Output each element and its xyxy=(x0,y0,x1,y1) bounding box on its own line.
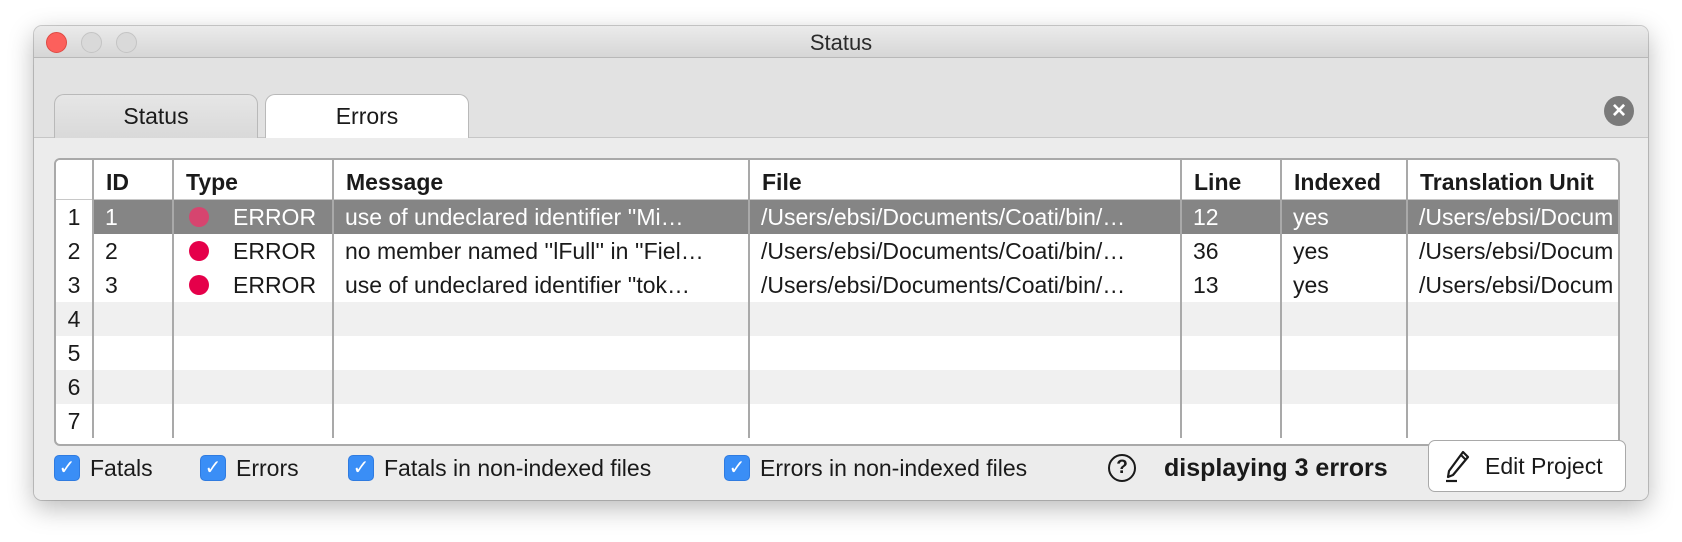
cell-type-label: ERROR xyxy=(233,272,317,298)
window-title: Status xyxy=(809,30,873,55)
tab-status[interactable]: Status xyxy=(54,94,258,138)
row-number: 3 xyxy=(56,268,92,302)
filter-bar: ✓ Fatals ✓ Errors ✓ Fatals in non-indexe… xyxy=(34,438,1648,498)
filter-label: Fatals in non-indexed files xyxy=(384,454,652,481)
error-dot-icon xyxy=(189,275,209,295)
cell-type-label: ERROR xyxy=(233,204,317,230)
cell-translation-unit: /Users/ebsi/Docum xyxy=(1406,200,1618,234)
cell-message: use of undeclared identifier ''tok… xyxy=(332,268,748,302)
cell-message: no member named ''lFull'' in ''Fiel… xyxy=(332,234,748,268)
checkmark-icon[interactable]: ✓ xyxy=(348,455,374,481)
row-number: 2 xyxy=(56,234,92,268)
filter-label: Errors xyxy=(236,454,299,481)
empty-row: 5 xyxy=(56,336,1618,370)
cell-indexed: yes xyxy=(1280,268,1406,302)
tab-errors[interactable]: Errors xyxy=(265,94,469,139)
cell-line: 36 xyxy=(1180,234,1280,268)
cell-type: ERROR xyxy=(172,268,332,302)
checkmark-icon[interactable]: ✓ xyxy=(54,455,80,481)
filter-errors-non-indexed-checkbox[interactable]: ✓ Errors in non-indexed files xyxy=(724,453,1027,483)
filter-label: Errors in non-indexed files xyxy=(760,454,1028,481)
row-number: 6 xyxy=(56,370,92,404)
checkmark-icon[interactable]: ✓ xyxy=(200,455,226,481)
checkmark-icon[interactable]: ✓ xyxy=(724,455,750,481)
cell-indexed: yes xyxy=(1280,234,1406,268)
filter-fatals-checkbox[interactable]: ✓ Fatals xyxy=(54,453,153,483)
edit-project-label: Edit Project xyxy=(1485,452,1603,479)
empty-row: 4 xyxy=(56,302,1618,336)
header-translation-unit[interactable]: Translation Unit xyxy=(1406,160,1618,200)
empty-row: 7 xyxy=(56,404,1618,438)
errors-panel: ID Type Message File Line Indexed Transl… xyxy=(34,138,1648,500)
cell-file: /Users/ebsi/Documents/Coati/bin/… xyxy=(748,200,1180,234)
close-panel-icon[interactable]: × xyxy=(1604,96,1634,126)
table-row[interactable]: 2 2 ERROR no member named ''lFull'' in '… xyxy=(56,234,1618,268)
cell-line: 12 xyxy=(1180,200,1280,234)
error-dot-icon xyxy=(189,241,209,261)
cell-translation-unit: /Users/ebsi/Docum xyxy=(1406,234,1618,268)
table-row[interactable]: 1 1 ERROR use of undeclared identifier '… xyxy=(56,200,1618,234)
header-row-number xyxy=(56,160,92,200)
error-summary: displaying 3 errors xyxy=(1164,454,1388,482)
cell-message: use of undeclared identifier ''Mi… xyxy=(332,200,748,234)
header-message[interactable]: Message xyxy=(332,160,748,200)
cell-file: /Users/ebsi/Documents/Coati/bin/… xyxy=(748,268,1180,302)
cell-id: 2 xyxy=(92,234,172,268)
header-type[interactable]: Type xyxy=(172,160,332,200)
cell-type: ERROR xyxy=(172,234,332,268)
filter-fatals-non-indexed-checkbox[interactable]: ✓ Fatals in non-indexed files xyxy=(348,453,651,483)
row-number: 7 xyxy=(56,404,92,438)
table-header: ID Type Message File Line Indexed Transl… xyxy=(56,160,1618,200)
row-number: 4 xyxy=(56,302,92,336)
tab-bar: Status Errors × xyxy=(34,58,1648,139)
row-number: 5 xyxy=(56,336,92,370)
title-bar: Status xyxy=(34,26,1648,58)
help-icon[interactable]: ? xyxy=(1108,454,1136,482)
header-indexed[interactable]: Indexed xyxy=(1280,160,1406,200)
row-number: 1 xyxy=(56,200,92,234)
header-id[interactable]: ID xyxy=(92,160,172,200)
cell-file: /Users/ebsi/Documents/Coati/bin/… xyxy=(748,234,1180,268)
pencil-icon xyxy=(1446,450,1470,483)
cell-indexed: yes xyxy=(1280,200,1406,234)
filter-label: Fatals xyxy=(90,454,153,481)
status-window: Status Status Errors × ID Type Message F… xyxy=(34,26,1648,500)
empty-row: 6 xyxy=(56,370,1618,404)
header-file[interactable]: File xyxy=(748,160,1180,200)
cell-translation-unit: /Users/ebsi/Docum xyxy=(1406,268,1618,302)
header-line[interactable]: Line xyxy=(1180,160,1280,200)
cell-line: 13 xyxy=(1180,268,1280,302)
filter-errors-checkbox[interactable]: ✓ Errors xyxy=(200,453,299,483)
cell-type: ERROR xyxy=(172,200,332,234)
cell-type-label: ERROR xyxy=(233,238,317,264)
cell-id: 3 xyxy=(92,268,172,302)
errors-table: ID Type Message File Line Indexed Transl… xyxy=(54,158,1620,446)
error-dot-icon xyxy=(189,207,209,227)
table-row[interactable]: 3 3 ERROR use of undeclared identifier '… xyxy=(56,268,1618,302)
cell-id: 1 xyxy=(92,200,172,234)
edit-project-button[interactable]: Edit Project xyxy=(1428,440,1626,492)
